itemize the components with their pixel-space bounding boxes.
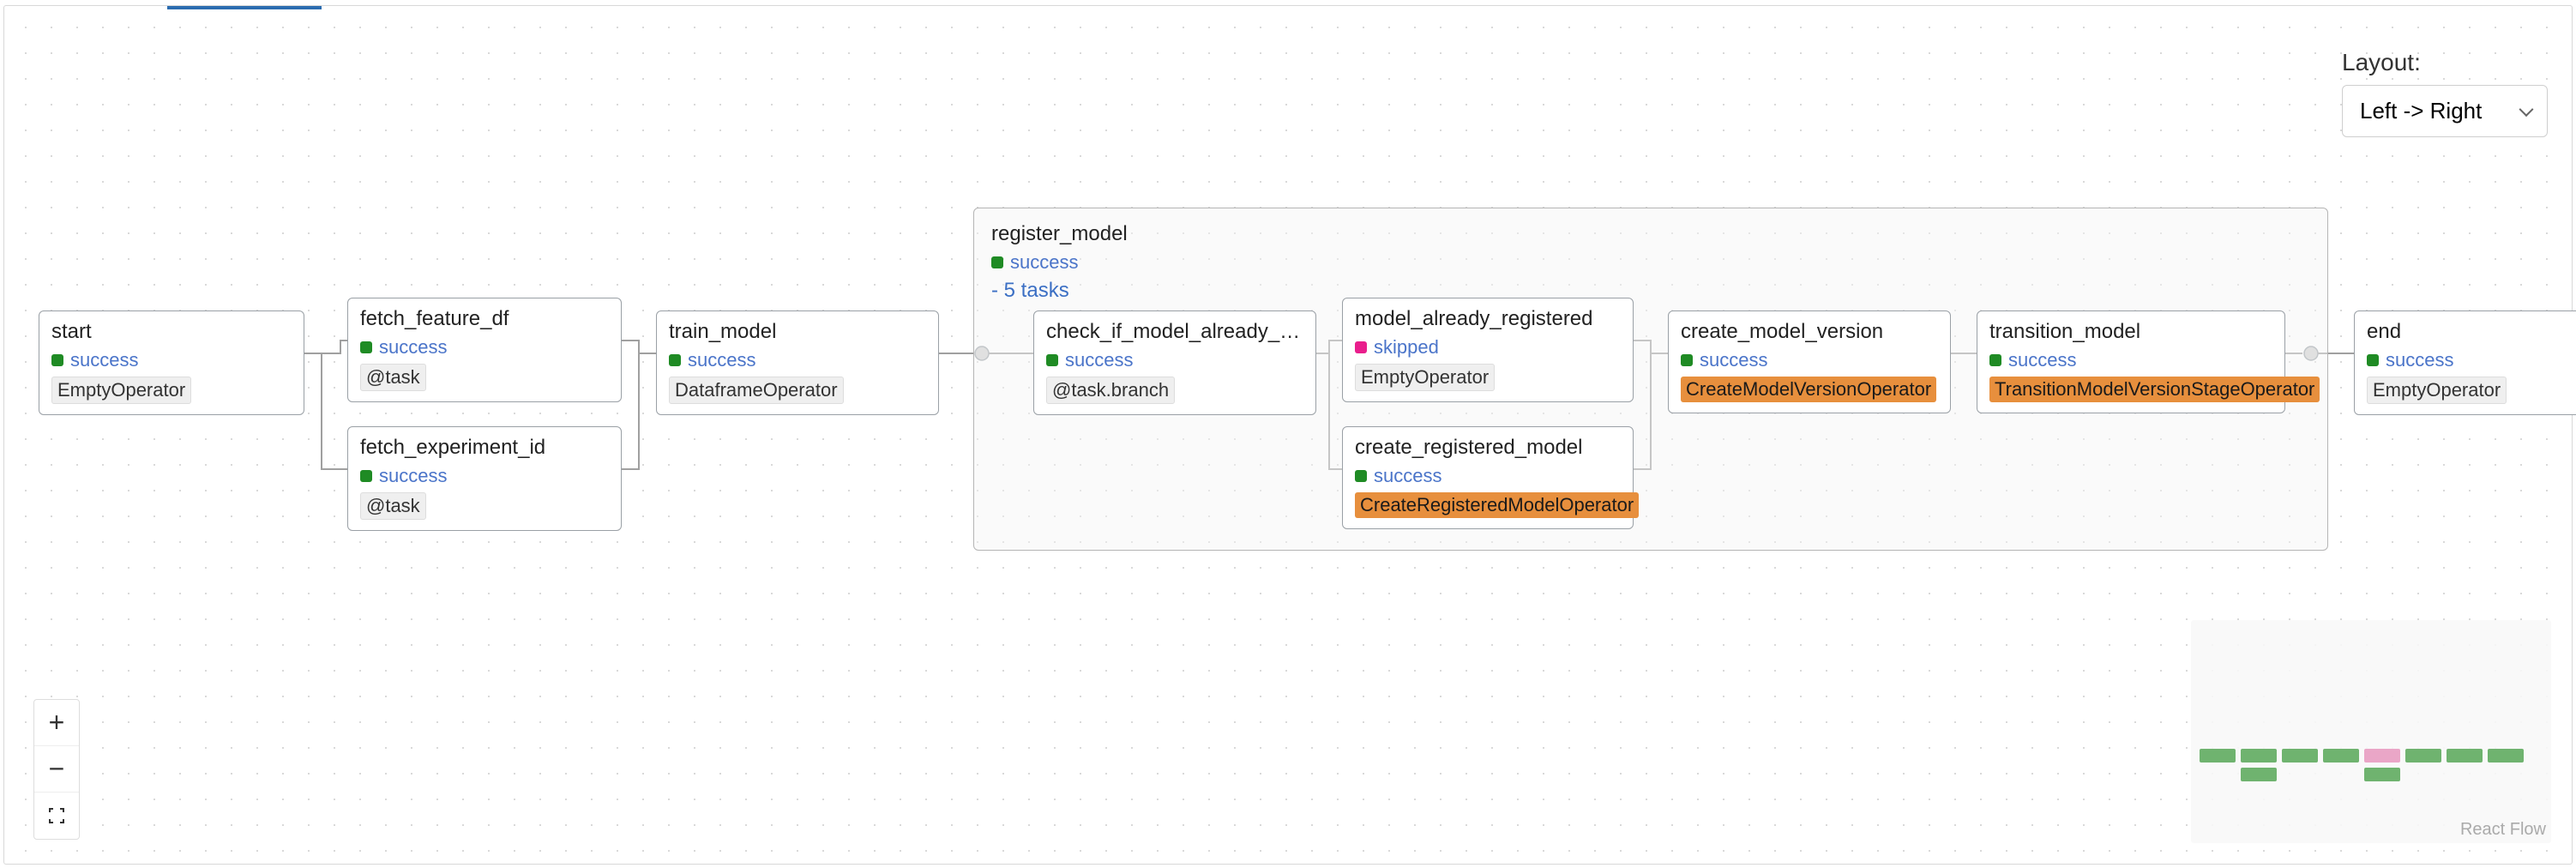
status-text: success [1010, 251, 1078, 274]
operator-label: EmptyOperator [2367, 377, 2507, 404]
node-title: train_model [669, 320, 926, 344]
node-title: create_registered_model [1355, 436, 1621, 460]
status-text: success [1700, 349, 1767, 371]
layout-control: Layout: Left -> Right [2342, 49, 2548, 137]
status-text: success [70, 349, 138, 371]
status-dot-success [1046, 354, 1058, 366]
status-text: success [379, 336, 447, 359]
status-dot-success [1355, 470, 1367, 482]
status-row: success [360, 336, 609, 359]
minus-icon: − [49, 753, 65, 785]
node-fetch-experiment-id[interactable]: fetch_experiment_id success @task [347, 426, 622, 531]
status-row: success [360, 465, 609, 487]
layout-label: Layout: [2342, 49, 2548, 76]
graph-canvas[interactable]: Layout: Left -> Right s [3, 5, 2573, 865]
operator-label: @task [360, 364, 426, 391]
node-title: end [2367, 320, 2576, 344]
operator-label: @task [360, 492, 426, 520]
status-text: success [379, 465, 447, 487]
node-end[interactable]: end success EmptyOperator [2354, 310, 2576, 415]
mini-node [2488, 749, 2524, 763]
minimap[interactable]: React Flow [2191, 620, 2551, 843]
status-dot-success [1681, 354, 1693, 366]
operator-label: TransitionModelVersionStageOperator [1989, 377, 2320, 402]
mini-node [2241, 749, 2277, 763]
node-title: transition_model [1989, 320, 2272, 344]
mini-node [2323, 749, 2359, 763]
node-title: fetch_experiment_id [360, 436, 609, 460]
status-row: success [991, 251, 2310, 274]
zoom-controls: + − [33, 699, 80, 840]
operator-label: DataframeOperator [669, 377, 844, 404]
status-dot-success [360, 341, 372, 353]
status-row: skipped [1355, 336, 1621, 359]
status-row: success [1046, 349, 1303, 371]
status-dot-success [2367, 354, 2379, 366]
node-create-model-version[interactable]: create_model_version success CreateModel… [1668, 310, 1951, 413]
mini-node [2364, 749, 2400, 763]
mini-node [2405, 749, 2441, 763]
zoom-in-button[interactable]: + [34, 700, 79, 746]
node-title: check_if_model_already_regis… [1046, 320, 1303, 344]
mini-node [2200, 749, 2236, 763]
operator-label: EmptyOperator [1355, 364, 1495, 391]
operator-label: CreateModelVersionOperator [1681, 377, 1936, 402]
mini-node [2364, 768, 2400, 781]
node-create-registered-model[interactable]: create_registered_model success CreateRe… [1342, 426, 1634, 529]
status-text: success [2386, 349, 2453, 371]
node-start[interactable]: start success EmptyOperator [39, 310, 304, 415]
group-collapse-link[interactable]: - 5 tasks [991, 279, 2310, 303]
status-dot-success [669, 354, 681, 366]
status-dot-success [51, 354, 63, 366]
attribution: React Flow [2460, 820, 2546, 840]
mini-node [2282, 749, 2318, 763]
status-text: success [688, 349, 755, 371]
zoom-out-button[interactable]: − [34, 746, 79, 793]
status-text: skipped [1374, 336, 1439, 359]
node-title: start [51, 320, 292, 344]
node-title: fetch_feature_df [360, 307, 609, 331]
status-row: success [1681, 349, 1938, 371]
status-dot-success [360, 470, 372, 482]
node-title: model_already_registered [1355, 307, 1621, 331]
node-model-already-registered[interactable]: model_already_registered skipped EmptyOp… [1342, 298, 1634, 402]
node-transition-model[interactable]: transition_model success TransitionModel… [1977, 310, 2285, 413]
layout-select-value: Left -> Right [2360, 98, 2482, 124]
status-text: success [1374, 465, 1441, 487]
group-header: register_model success - 5 tasks [991, 222, 2310, 303]
status-dot-success [1989, 354, 2001, 366]
operator-label: CreateRegisteredModelOperator [1355, 492, 1639, 518]
node-train-model[interactable]: train_model success DataframeOperator [656, 310, 939, 415]
status-row: success [1989, 349, 2272, 371]
plus-icon: + [49, 707, 65, 738]
mini-node [2447, 749, 2483, 763]
status-dot-success [991, 256, 1003, 268]
status-text: success [1065, 349, 1133, 371]
status-row: success [1355, 465, 1621, 487]
node-title: create_model_version [1681, 320, 1938, 344]
operator-label: @task.branch [1046, 377, 1175, 404]
status-dot-skipped [1355, 341, 1367, 353]
node-fetch-feature-df[interactable]: fetch_feature_df success @task [347, 298, 622, 402]
operator-label: EmptyOperator [51, 377, 191, 404]
node-check-if-model-already-registered[interactable]: check_if_model_already_regis… success @t… [1033, 310, 1316, 415]
mini-node [2241, 768, 2277, 781]
status-row: success [2367, 349, 2576, 371]
fit-view-button[interactable] [34, 793, 79, 839]
fit-view-icon [46, 805, 67, 826]
group-title: register_model [991, 222, 2310, 246]
active-tab-indicator [167, 6, 322, 9]
status-row: success [669, 349, 926, 371]
layout-select[interactable]: Left -> Right [2342, 85, 2548, 137]
status-row: success [51, 349, 292, 371]
status-text: success [2008, 349, 2076, 371]
